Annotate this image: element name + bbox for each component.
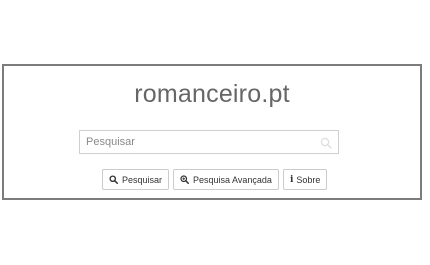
- zoom-in-icon: [180, 175, 190, 184]
- search-input[interactable]: [80, 131, 338, 153]
- search-icon: [320, 137, 332, 149]
- action-buttons: Pesquisar Pesquisa Avançada i Sobre: [102, 169, 328, 190]
- search-button-label: Pesquisar: [122, 174, 163, 185]
- search-panel: romanceiro.pt Pesquisar Pesquisa Avançad…: [2, 64, 422, 200]
- search-button[interactable]: Pesquisar: [102, 169, 170, 190]
- info-icon: i: [289, 174, 294, 185]
- advanced-search-button[interactable]: Pesquisa Avançada: [173, 169, 279, 190]
- search-icon: [109, 175, 118, 184]
- about-button[interactable]: i Sobre: [282, 169, 328, 190]
- site-title: romanceiro.pt: [134, 80, 290, 108]
- about-button-label: Sobre: [296, 174, 321, 185]
- search-field[interactable]: [79, 130, 339, 154]
- advanced-search-button-label: Pesquisa Avançada: [193, 174, 272, 185]
